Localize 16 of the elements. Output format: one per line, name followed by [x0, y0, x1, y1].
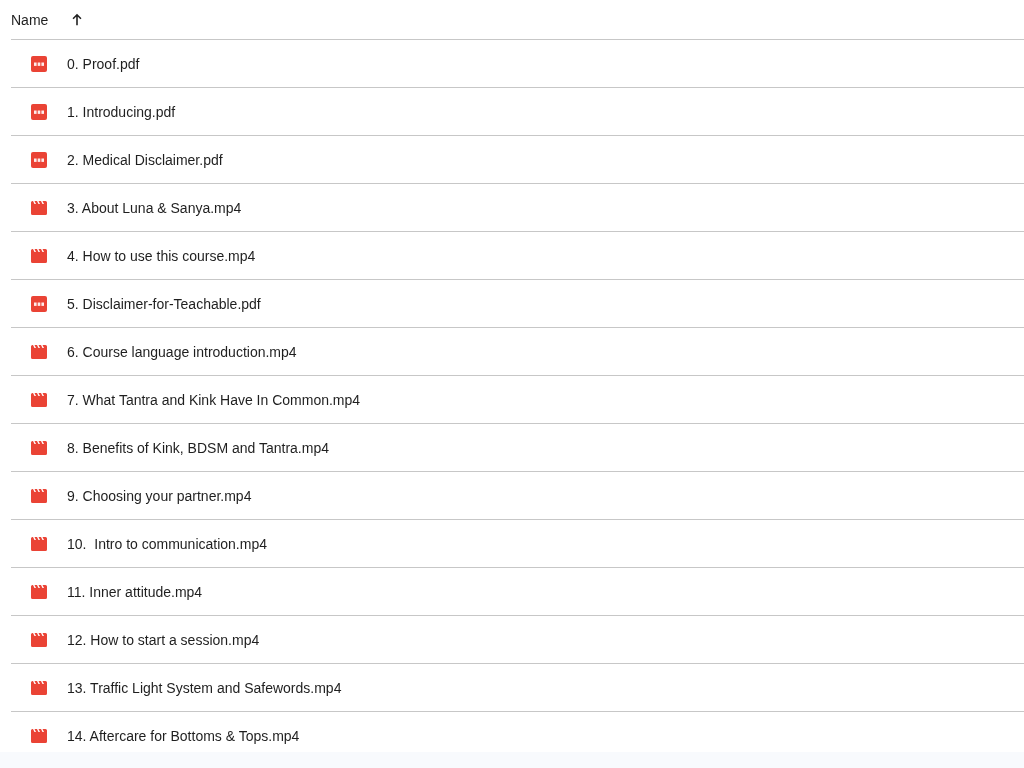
- file-name[interactable]: 12. How to start a session.mp4: [67, 629, 260, 650]
- file-name[interactable]: 9. Choosing your partner.mp4: [67, 485, 252, 506]
- file-name[interactable]: 10. Intro to communication.mp4: [67, 533, 267, 554]
- file-name[interactable]: 0. Proof.pdf: [67, 53, 140, 74]
- file-name[interactable]: 4. How to use this course.mp4: [67, 245, 256, 266]
- file-name[interactable]: 6. Course language introduction.mp4: [67, 341, 297, 362]
- file-name[interactable]: 1. Introducing.pdf: [67, 101, 176, 122]
- file-name[interactable]: 14. Aftercare for Bottoms & Tops.mp4: [67, 725, 300, 746]
- file-name[interactable]: 3. About Luna & Sanya.mp4: [67, 197, 242, 218]
- file-name[interactable]: 7. What Tantra and Kink Have In Common.mp4: [67, 389, 361, 410]
- file-name[interactable]: 2. Medical Disclaimer.pdf: [67, 149, 223, 170]
- file-name[interactable]: 8. Benefits of Kink, BDSM and Tantra.mp4: [67, 437, 329, 458]
- name-column-header[interactable]: Name: [11, 9, 49, 30]
- file-name[interactable]: 11. Inner attitude.mp4: [67, 581, 203, 602]
- file-name[interactable]: 13. Traffic Light System and Safewords.mp4: [67, 677, 342, 698]
- file-name[interactable]: 5. Disclaimer-for-Teachable.pdf: [67, 293, 261, 314]
